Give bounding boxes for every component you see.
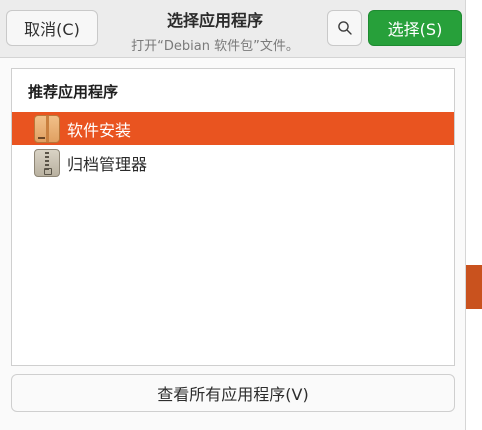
list-item-archive-manager[interactable]: 归档管理器 <box>12 146 454 179</box>
package-icon <box>34 114 60 143</box>
cancel-button[interactable]: 取消(C) <box>6 10 98 46</box>
archive-icon <box>34 148 60 177</box>
search-icon <box>337 21 352 35</box>
background-accent <box>466 265 482 309</box>
list-item-software-install[interactable]: 软件安装 <box>12 112 454 145</box>
list-item-label: 软件安装 <box>67 120 132 140</box>
dialog-title: 选择应用程序 <box>166 11 263 30</box>
section-heading-recommended: 推荐应用程序 <box>28 83 119 101</box>
dialog-header: 取消(C) 选择应用程序 打开“Debian 软件包”文件。 选择(S) <box>0 0 465 58</box>
background-window <box>466 0 482 430</box>
view-all-apps-button[interactable]: 查看所有应用程序(V) <box>11 374 455 412</box>
search-button[interactable] <box>327 10 362 46</box>
app-list: 推荐应用程序 软件安装 归档管理器 <box>11 68 455 366</box>
app-chooser-dialog: 取消(C) 选择应用程序 打开“Debian 软件包”文件。 选择(S) 推荐应… <box>0 0 466 430</box>
select-button[interactable]: 选择(S) <box>368 10 462 46</box>
dialog-subtitle: 打开“Debian 软件包”文件。 <box>131 39 299 54</box>
list-item-label: 归档管理器 <box>67 154 148 174</box>
